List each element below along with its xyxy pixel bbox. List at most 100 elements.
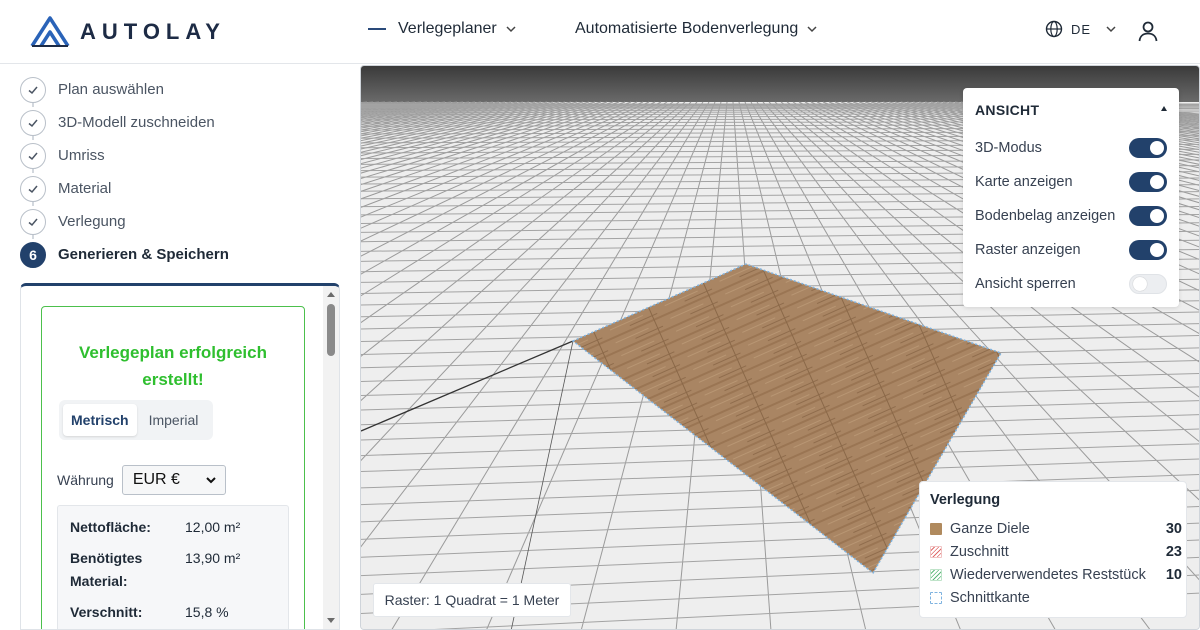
step-done-circle (20, 175, 46, 202)
unit-toggle: Metrisch Imperial (59, 400, 213, 440)
chevron-down-icon (506, 26, 516, 33)
sidebar: Plan auswählen 3D-Modell zuschneiden Umr… (0, 65, 352, 630)
unit-metric-button[interactable]: Metrisch (63, 404, 137, 436)
success-message: Verlegeplan erfolgreich erstellt! (42, 339, 304, 393)
nav-verlegeplaner-dropdown[interactable]: Verlegeplaner (368, 20, 517, 38)
step-label: Generieren & Speichern (58, 246, 229, 263)
3d-viewport[interactable]: ANSICHT 3D-Modus Karte anzeigen Bodenbel… (360, 65, 1200, 630)
legend-panel: Verlegung Ganze Diele 30 Zuschnitt 23 Wi… (919, 481, 1187, 618)
success-box: Verlegeplan erfolgreich erstellt! Metris… (41, 306, 305, 629)
toggle-label: Bodenbelag anzeigen (975, 208, 1116, 224)
raster-scale-label: Raster: 1 Quadrat = 1 Meter (373, 583, 571, 617)
language-selector[interactable]: DE (1045, 20, 1117, 38)
step-label: Plan auswählen (58, 81, 164, 98)
step-label: Material (58, 180, 112, 197)
step-list: Plan auswählen 3D-Modell zuschneiden Umr… (20, 73, 229, 271)
stat-key: Benötigtes Material: (70, 547, 170, 593)
step-done-circle (20, 142, 46, 169)
legend-item-count: 30 (1165, 521, 1182, 537)
scroll-thumb[interactable] (327, 304, 335, 356)
collapse-caret-icon[interactable] (1161, 106, 1167, 111)
chevron-down-icon (807, 26, 817, 33)
currency-select[interactable]: EUR € (121, 465, 226, 495)
stat-key: Nettofläche: (70, 519, 151, 535)
toggle-row-raster-anzeigen: Raster anzeigen (975, 238, 1167, 262)
step-plan-auswaehlen[interactable]: Plan auswählen (20, 73, 229, 107)
scroll-up-arrow-icon[interactable] (327, 292, 335, 297)
legend-item-zuschnitt: Zuschnitt 23 (930, 542, 1182, 562)
nav-label: Automatisierte Bodenverlegung (575, 20, 799, 37)
result-panel: Verlegeplan erfolgreich erstellt! Metris… (20, 283, 340, 630)
currency-value: EUR € (132, 471, 180, 488)
toggle-label: 3D-Modus (975, 140, 1042, 156)
stats-box: Nettofläche: 12,00 m² Benötigtes Materia… (57, 505, 289, 629)
legend-item-name: Ganze Diele (950, 521, 1030, 537)
toggle-3d-modus[interactable] (1129, 138, 1167, 158)
step-generieren-speichern[interactable]: 6 Generieren & Speichern (20, 238, 229, 271)
language-code: DE (1071, 21, 1092, 37)
legend-item-ganze-diele: Ganze Diele 30 (930, 519, 1182, 539)
view-settings-panel: ANSICHT 3D-Modus Karte anzeigen Bodenbel… (963, 88, 1179, 307)
toggle-label: Ansicht sperren (975, 276, 1076, 292)
toggle-row-bodenbelag-anzeigen: Bodenbelag anzeigen (975, 204, 1167, 228)
dash-icon (368, 28, 386, 30)
step-done-circle (20, 76, 46, 103)
legend-item-schnittkante: Schnittkante (930, 588, 1182, 608)
check-icon (28, 119, 38, 127)
toggle-row-karte-anzeigen: Karte anzeigen (975, 170, 1167, 194)
toggle-raster-anzeigen[interactable] (1129, 240, 1167, 260)
swatch-wood-icon (930, 523, 942, 535)
check-icon (28, 152, 38, 160)
stat-value: 12,00 m² (185, 519, 241, 535)
step-verlegung[interactable]: Verlegung (20, 205, 229, 239)
legend-item-reststueck: Wiederverwendetes Reststück 10 (930, 565, 1182, 585)
currency-row: Währung EUR € (57, 465, 226, 495)
toggle-row-ansicht-sperren: Ansicht sperren (975, 272, 1167, 296)
legend-item-name: Zuschnitt (950, 544, 1009, 560)
chevron-down-icon (206, 477, 216, 484)
step-umriss[interactable]: Umriss (20, 139, 229, 173)
step-label: Umriss (58, 147, 105, 164)
logo[interactable]: AUTOLAY (30, 14, 226, 50)
logo-text: AUTOLAY (80, 19, 226, 44)
toggle-row-3d-modus: 3D-Modus (975, 136, 1167, 160)
scroll-down-arrow-icon[interactable] (327, 618, 335, 623)
view-panel-title: ANSICHT (975, 102, 1040, 118)
step-material[interactable]: Material (20, 172, 229, 206)
legend-item-count: 10 (1165, 567, 1182, 583)
legend-item-name: Wiederverwendetes Reststück (950, 567, 1146, 583)
stat-value: 15,8 % (185, 604, 229, 620)
stat-key-line: Material: (70, 573, 128, 589)
legend-item-count: 23 (1165, 544, 1182, 560)
top-header: AUTOLAY Verlegeplaner Automatisierte Bod… (0, 0, 1200, 64)
currency-label: Währung (57, 472, 114, 488)
check-icon (28, 185, 38, 193)
check-icon (28, 218, 38, 226)
stat-key-line: Benötigtes (70, 550, 143, 566)
toggle-ansicht-sperren[interactable] (1129, 274, 1167, 294)
step-number-circle: 6 (20, 241, 46, 268)
step-done-circle (20, 208, 46, 235)
step-done-circle (20, 109, 46, 136)
panel-scrollbar[interactable] (323, 286, 339, 629)
step-label: Verlegung (58, 213, 126, 230)
stat-key: Verschnitt: (70, 604, 143, 620)
toggle-bodenbelag-anzeigen[interactable] (1129, 206, 1167, 226)
swatch-hatched-green-icon (930, 569, 942, 581)
legend-title: Verlegung (930, 492, 1001, 508)
user-account-icon[interactable] (1136, 19, 1160, 43)
swatch-hatched-red-icon (930, 546, 942, 558)
legend-item-name: Schnittkante (950, 590, 1030, 606)
success-line: Verlegeplan erfolgreich (78, 343, 267, 362)
toggle-label: Karte anzeigen (975, 174, 1073, 190)
nav-bodenverlegung-dropdown[interactable]: Automatisierte Bodenverlegung (575, 20, 818, 38)
toggle-karte-anzeigen[interactable] (1129, 172, 1167, 192)
success-line: erstellt! (142, 370, 204, 389)
unit-imperial-button[interactable]: Imperial (141, 404, 207, 436)
globe-icon (1045, 20, 1063, 38)
step-3d-modell-zuschneiden[interactable]: 3D-Modell zuschneiden (20, 106, 229, 140)
swatch-dashed-edge-icon (930, 592, 942, 604)
chevron-down-icon (1106, 26, 1116, 33)
stat-value: 13,90 m² (185, 550, 241, 566)
nav-label: Verlegeplaner (398, 20, 497, 37)
